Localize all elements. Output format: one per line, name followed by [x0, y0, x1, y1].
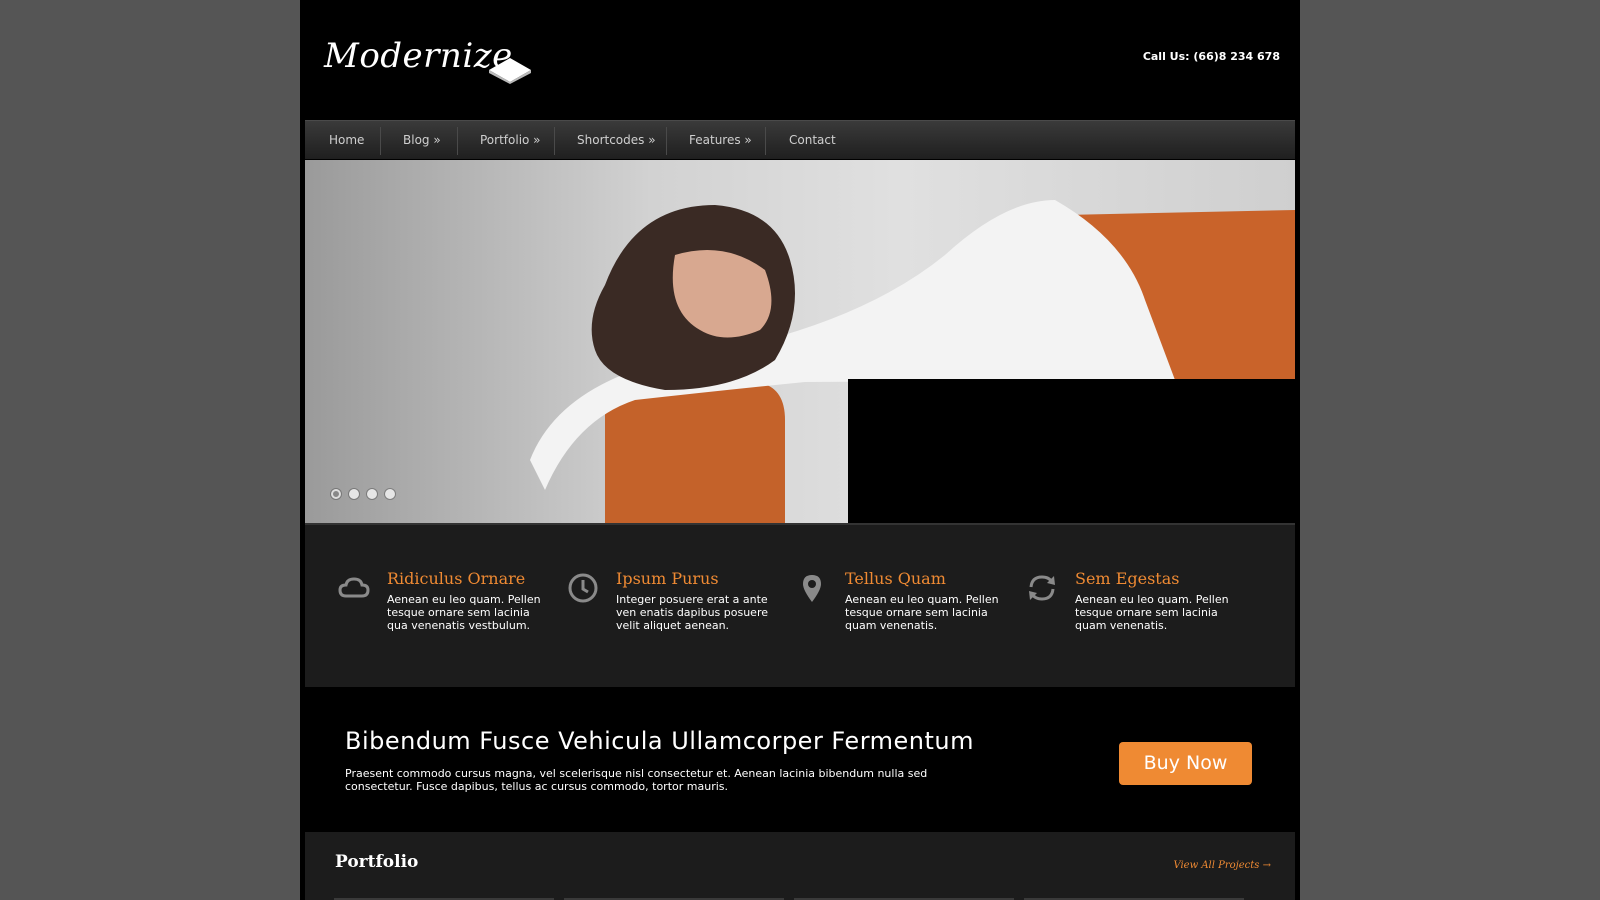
main-navigation: Home Blog » Portfolio » Shortcodes » Fea…	[305, 120, 1295, 159]
slider-dot[interactable]	[349, 489, 359, 499]
slider-caption-box	[848, 379, 1295, 523]
nav-divider	[380, 127, 381, 155]
feature-text: Aenean eu leo quam. Pellen tesque ornare…	[387, 593, 541, 632]
nav-divider	[554, 127, 555, 155]
feature-text: Aenean eu leo quam. Pellen tesque ornare…	[1075, 593, 1229, 632]
nav-item-contact[interactable]: Contact	[789, 121, 836, 159]
nav-item-shortcodes[interactable]: Shortcodes »	[577, 121, 656, 159]
feature-title[interactable]: Ipsum Purus	[616, 569, 719, 588]
cta-text: Praesent commodo cursus magna, vel scele…	[345, 767, 928, 793]
feature-title[interactable]: Ridiculus Ornare	[387, 569, 525, 588]
nav-divider	[666, 127, 667, 155]
call-to-action: Bibendum Fusce Vehicula Ullamcorper Ferm…	[305, 687, 1295, 832]
cloud-icon	[338, 577, 370, 598]
diamond-logo-icon	[489, 58, 531, 84]
site-logo[interactable]: Modernize	[324, 36, 513, 76]
nav-divider	[457, 127, 458, 155]
site-header: Modernize Call Us: (66)8 234 678	[300, 0, 1300, 118]
nav-item-home[interactable]: Home	[329, 121, 364, 159]
refresh-icon	[1029, 575, 1055, 601]
slider-dot[interactable]	[385, 489, 395, 499]
slider-dot[interactable]	[331, 489, 341, 499]
features-section: Ridiculus Ornare Aenean eu leo quam. Pel…	[305, 523, 1295, 689]
hero-slider[interactable]	[305, 160, 1295, 523]
map-pin-icon	[803, 575, 821, 602]
feature-title[interactable]: Tellus Quam	[845, 569, 946, 588]
nav-item-blog[interactable]: Blog »	[403, 121, 441, 159]
clock-icon	[568, 573, 598, 603]
feature-title[interactable]: Sem Egestas	[1075, 569, 1179, 588]
call-us-text: Call Us: (66)8 234 678	[1142, 50, 1280, 63]
portfolio-title: Portfolio	[335, 852, 419, 872]
nav-item-features[interactable]: Features »	[689, 121, 752, 159]
slider-dot[interactable]	[367, 489, 377, 499]
slider-pagination	[331, 489, 395, 499]
portfolio-section: Portfolio View All Projects →	[305, 832, 1295, 900]
nav-item-portfolio[interactable]: Portfolio »	[480, 121, 541, 159]
view-all-projects-link[interactable]: View All Projects →	[1173, 860, 1271, 871]
nav-divider	[765, 127, 766, 155]
buy-now-button[interactable]: Buy Now	[1119, 742, 1252, 785]
cta-title: Bibendum Fusce Vehicula Ullamcorper Ferm…	[345, 727, 974, 755]
feature-text: Aenean eu leo quam. Pellen tesque ornare…	[845, 593, 999, 632]
page-container: Modernize Call Us: (66)8 234 678 Home Bl…	[300, 0, 1300, 900]
feature-text: Integer posuere erat a ante ven enatis d…	[616, 593, 768, 632]
